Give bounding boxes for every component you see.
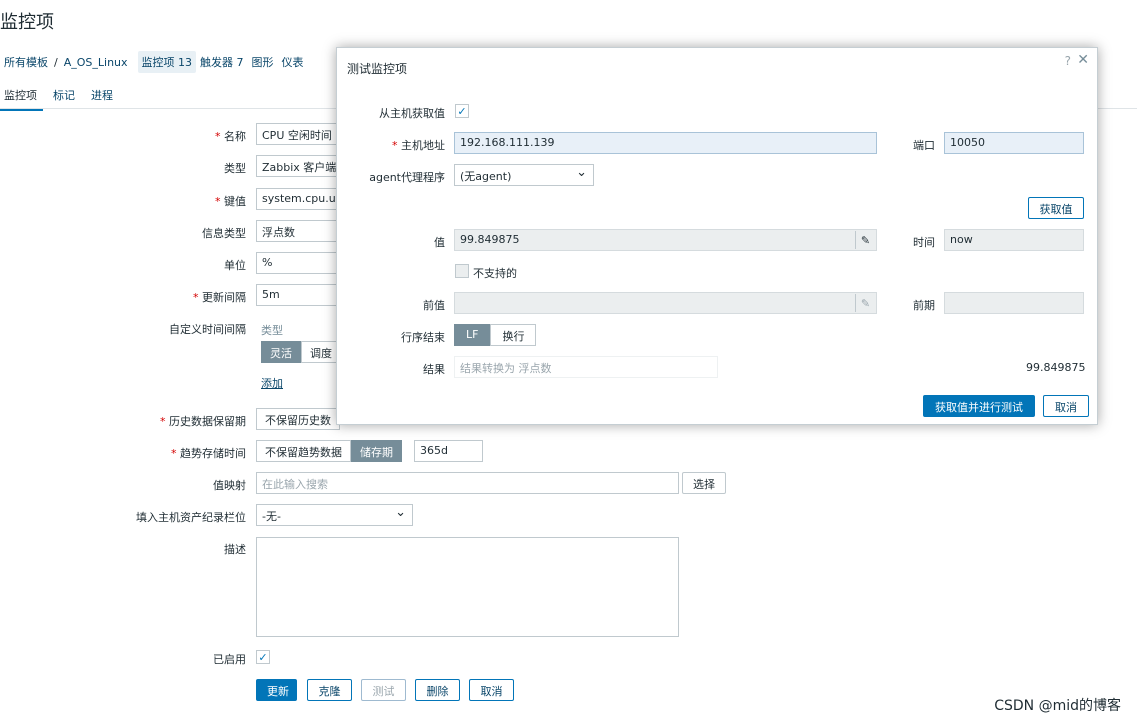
- enabled-label: 已启用: [213, 653, 246, 666]
- watermark: CSDN @mid的博客: [994, 698, 1121, 714]
- time-field[interactable]: now: [944, 229, 1084, 251]
- pencil-icon[interactable]: ✎: [855, 231, 875, 249]
- enabled-checkbox[interactable]: ✓: [256, 650, 270, 664]
- trends-period-field[interactable]: 365d: [414, 440, 483, 462]
- check-icon: ✓: [457, 104, 467, 118]
- eol-lf-option[interactable]: LF: [454, 324, 491, 346]
- dialog-title: 测试监控项: [347, 62, 408, 76]
- breadcrumb-all-templates[interactable]: 所有模板: [0, 51, 52, 73]
- form-tabs: 监控项 标记 进程: [0, 84, 125, 111]
- key-field[interactable]: system.cpu.util: [256, 188, 346, 210]
- key-label: 键值: [6, 193, 246, 209]
- inventory-label: 填入主机资产纪录栏位: [136, 511, 246, 524]
- breadcrumb-items[interactable]: 监控项 13: [137, 51, 197, 73]
- port-field[interactable]: 10050: [944, 132, 1084, 154]
- value-field-text: 99.849875: [460, 233, 520, 246]
- prev-value-field[interactable]: ✎: [454, 292, 877, 314]
- type-label: 类型: [224, 162, 246, 175]
- trends-toggle: 不保留趋势数据 储存期: [256, 440, 402, 462]
- name-label: 名称: [6, 128, 246, 144]
- interval-field[interactable]: 5m: [256, 284, 346, 306]
- breadcrumb-dashboards[interactable]: 仪表: [278, 51, 308, 73]
- unit-field[interactable]: %: [256, 252, 346, 274]
- eol-label: 行序结束: [401, 331, 445, 344]
- result-field[interactable]: 结果转换为 浮点数: [454, 356, 718, 378]
- get-value-button[interactable]: 获取值: [1028, 197, 1084, 219]
- cancel-button[interactable]: 取消: [469, 679, 514, 701]
- proxy-select[interactable]: (无agent): [454, 164, 594, 186]
- breadcrumb-graphs[interactable]: 图形: [248, 51, 278, 73]
- unit-label: 单位: [224, 259, 246, 272]
- name-field[interactable]: CPU 空闲时间: [256, 123, 346, 145]
- eol-crlf-option[interactable]: 换行: [490, 324, 537, 346]
- get-and-test-button[interactable]: 获取值并进行测试: [923, 395, 1035, 417]
- delete-button[interactable]: 删除: [415, 679, 460, 701]
- prev-time-field[interactable]: [944, 292, 1084, 314]
- proxy-select-value: (无agent): [460, 170, 512, 183]
- trends-label: 趋势存储时间: [6, 445, 246, 461]
- not-supported-label: 不支持的: [473, 267, 517, 280]
- history-toggle: 不保留历史数: [256, 408, 340, 430]
- trends-store-option[interactable]: 储存期: [351, 440, 402, 462]
- info-type-label: 信息类型: [202, 227, 246, 240]
- test-item-dialog: 测试监控项 ? ✕ 从主机获取值 ✓ 主机地址 192.168.111.139 …: [336, 47, 1098, 425]
- prev-value-label: 前值: [423, 299, 445, 312]
- close-icon[interactable]: ✕: [1077, 52, 1089, 68]
- custom-interval-label: 自定义时间间隔: [169, 323, 246, 336]
- not-supported-checkbox[interactable]: [455, 264, 469, 278]
- dialog-cancel-button[interactable]: 取消: [1043, 395, 1089, 417]
- host-address-label: 主机地址: [345, 137, 445, 153]
- check-icon: ✓: [258, 650, 268, 664]
- host-address-field[interactable]: 192.168.111.139: [454, 132, 877, 154]
- add-interval-link[interactable]: 添加: [261, 375, 283, 391]
- value-field[interactable]: 99.849875 ✎: [454, 229, 877, 251]
- get-from-host-label: 从主机获取值: [379, 107, 445, 120]
- valuemap-search-input[interactable]: 在此输入搜索: [256, 472, 679, 494]
- get-from-host-checkbox[interactable]: ✓: [455, 104, 469, 118]
- interval-label: 更新间隔: [6, 289, 246, 305]
- scheduling-option[interactable]: 调度: [301, 341, 341, 363]
- tab-tags[interactable]: 标记: [49, 84, 81, 111]
- result-value: 99.849875: [1026, 361, 1086, 374]
- tab-preprocessing[interactable]: 进程: [87, 84, 119, 111]
- valuemap-select-button[interactable]: 选择: [682, 472, 726, 494]
- test-button[interactable]: 测试: [361, 679, 406, 701]
- custom-interval-type-toggle: 灵活 调度: [261, 341, 341, 363]
- flexible-option[interactable]: 灵活: [261, 341, 301, 363]
- history-label: 历史数据保留期: [6, 413, 246, 429]
- tab-item[interactable]: 监控项: [0, 84, 43, 111]
- valuemap-label: 值映射: [213, 479, 246, 492]
- pencil-icon[interactable]: ✎: [855, 294, 875, 312]
- breadcrumb-triggers[interactable]: 触发器 7: [196, 51, 248, 73]
- info-type-select[interactable]: 浮点数: [256, 220, 346, 242]
- port-label: 端口: [913, 139, 935, 152]
- page-title: 监控项: [0, 12, 54, 33]
- type-select[interactable]: Zabbix 客户端: [256, 155, 346, 177]
- eol-toggle: LF 换行: [454, 324, 537, 346]
- breadcrumb-template[interactable]: A_OS_Linux: [60, 53, 132, 72]
- clone-button[interactable]: 克隆: [307, 679, 352, 701]
- time-label: 时间: [913, 236, 935, 249]
- breadcrumb: 所有模板 / A_OS_Linux 监控项 13 触发器 7 图形 仪表: [0, 50, 308, 74]
- prev-time-label: 前期: [913, 299, 935, 312]
- trends-no-keep-option[interactable]: 不保留趋势数据: [256, 440, 351, 462]
- custom-interval-type-header: 类型: [261, 324, 283, 337]
- proxy-label: agent代理程序: [369, 171, 445, 184]
- inventory-select-value: -无-: [262, 510, 281, 523]
- breadcrumb-separator: /: [54, 55, 58, 69]
- description-label: 描述: [224, 543, 246, 556]
- help-icon[interactable]: ?: [1065, 54, 1071, 68]
- update-button[interactable]: 更新: [256, 679, 297, 701]
- value-label: 值: [434, 236, 445, 249]
- inventory-select[interactable]: -无-: [256, 504, 413, 526]
- result-label: 结果: [423, 363, 445, 376]
- description-textarea[interactable]: [256, 537, 679, 637]
- history-no-keep-option[interactable]: 不保留历史数: [256, 408, 340, 430]
